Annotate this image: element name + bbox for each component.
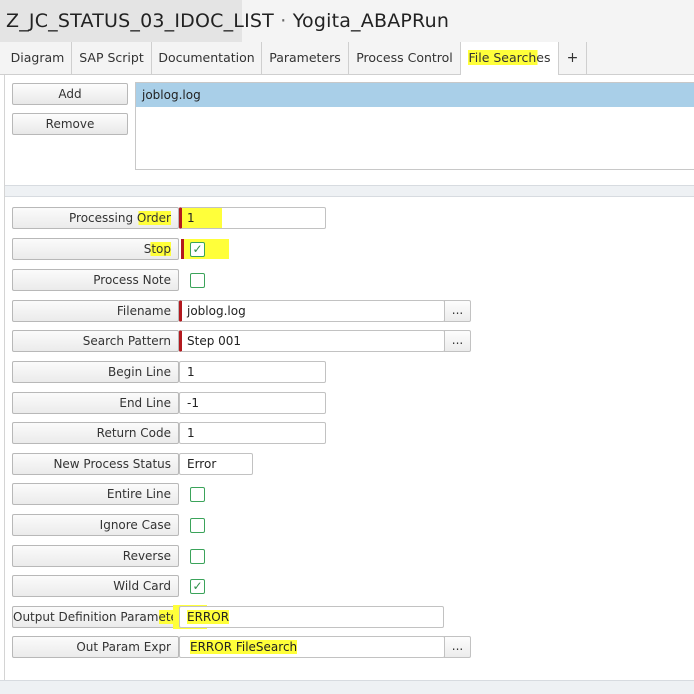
title-separator: ·	[280, 10, 287, 32]
tab-process-control[interactable]: Process Control	[349, 42, 461, 75]
begin-line-label: Begin Line	[12, 361, 179, 383]
end-line-input[interactable]: -1	[179, 392, 326, 414]
file-search-list[interactable]: joblog.log	[135, 82, 694, 170]
tab-documentation[interactable]: Documentation	[152, 42, 262, 75]
search-pattern-browse-button[interactable]: ...	[444, 330, 471, 352]
panel-splitter[interactable]	[5, 185, 694, 197]
filename-browse-button[interactable]: ...	[444, 300, 471, 322]
return-code-input[interactable]: 1	[179, 422, 326, 444]
processing-order-input[interactable]: 1	[179, 207, 326, 229]
remove-button[interactable]: Remove	[12, 113, 128, 135]
tab-add-icon[interactable]: +	[559, 42, 587, 75]
new-process-status-select[interactable]: Error	[179, 453, 253, 475]
reverse-label: Reverse	[12, 545, 179, 567]
search-pattern-input[interactable]: Step 001	[179, 330, 445, 352]
tab-sap-script[interactable]: SAP Script	[72, 42, 152, 75]
tab-diagram[interactable]: Diagram	[4, 42, 72, 75]
ignore-case-checkbox[interactable]	[190, 518, 205, 533]
stop-required-marker	[181, 239, 184, 259]
process-note-checkbox[interactable]	[190, 273, 205, 288]
bottom-splitter	[0, 680, 694, 694]
filename-input[interactable]: joblog.log	[179, 300, 445, 322]
filename-label: Filename	[12, 300, 179, 322]
add-button[interactable]: Add	[12, 83, 128, 105]
output-definition-parameter-input[interactable]: ERROR	[179, 606, 444, 628]
output-definition-parameter-label: Output Definition Parameter	[12, 606, 183, 628]
tab-file-searches-label: File Searches	[468, 50, 551, 65]
stop-label: Stop	[12, 238, 179, 260]
begin-line-input[interactable]: 1	[179, 361, 326, 383]
job-name: Z_JC_STATUS_03_IDOC_LIST	[6, 10, 274, 32]
entire-line-checkbox[interactable]	[190, 487, 205, 502]
stop-checkbox[interactable]: ✓	[190, 242, 205, 257]
process-note-label: Process Note	[12, 269, 179, 291]
out-param-expr-browse-button[interactable]: ...	[444, 636, 471, 658]
return-code-label: Return Code	[12, 422, 179, 444]
tab-file-searches[interactable]: File Searches	[461, 42, 559, 76]
tab-parameters[interactable]: Parameters	[262, 42, 349, 75]
wild-card-checkbox[interactable]: ✓	[190, 579, 205, 594]
end-line-label: End Line	[12, 392, 179, 414]
window-title-bar: Z_JC_STATUS_03_IDOC_LIST · Yogita_ABAPRu…	[0, 0, 694, 42]
out-param-expr-label: Out Param Expr	[12, 636, 179, 658]
reverse-checkbox[interactable]	[190, 549, 205, 564]
list-item[interactable]: joblog.log	[136, 83, 694, 107]
tab-bar: Diagram SAP Script Documentation Paramet…	[0, 42, 694, 76]
wild-card-label: Wild Card	[12, 575, 179, 597]
search-pattern-label: Search Pattern	[12, 330, 179, 352]
page-title: Z_JC_STATUS_03_IDOC_LIST · Yogita_ABAPRu…	[6, 10, 449, 32]
entire-line-label: Entire Line	[12, 483, 179, 505]
owner-name: Yogita_ABAPRun	[292, 10, 450, 32]
new-process-status-label: New Process Status	[12, 453, 179, 475]
out-param-expr-input[interactable]: ERROR FileSearch	[179, 636, 445, 658]
file-searches-panel: Add Remove joblog.log Processing Order 1…	[4, 75, 694, 680]
processing-order-label: Processing Order	[12, 207, 179, 229]
ignore-case-label: Ignore Case	[12, 514, 179, 536]
